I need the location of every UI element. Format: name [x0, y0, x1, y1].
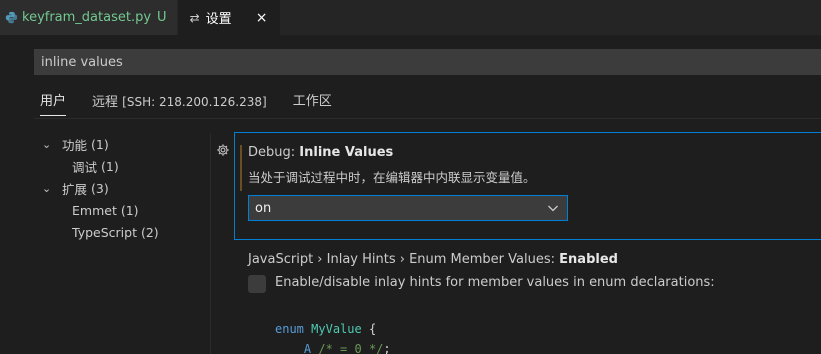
toc-item-emmet[interactable]: Emmet (1): [42, 199, 202, 221]
scope-divider: [34, 118, 821, 119]
inline-values-select[interactable]: on: [248, 195, 568, 221]
code-type: MyValue: [311, 322, 362, 336]
toc-count: (1): [101, 158, 119, 174]
tab-label: keyfram_dataset.py: [22, 10, 152, 25]
toc-sash[interactable]: [210, 133, 211, 354]
tab-keyfram-dataset[interactable]: keyfram_dataset.py U: [0, 0, 178, 35]
modified-indicator: [240, 145, 242, 191]
python-icon: [4, 11, 18, 25]
code-keyword: enum: [275, 322, 304, 336]
setting-name: Inline Values: [299, 145, 394, 160]
enum-member-values-checkbox[interactable]: [248, 275, 266, 293]
toc-label: Emmet: [72, 202, 117, 218]
settings-icon: ⇄: [189, 10, 200, 25]
code-punct: ;: [383, 342, 391, 354]
tab-user[interactable]: 用户: [34, 92, 72, 116]
toc-count: (1): [91, 136, 109, 152]
toc-label: 调试: [72, 159, 98, 175]
tab-settings[interactable]: ⇄ 设置 ×: [177, 0, 281, 35]
toc-label: TypeScript: [72, 224, 137, 240]
code-comment: /* = 0 */: [311, 342, 384, 354]
setting-title: Debug: Inline Values: [248, 145, 393, 160]
toc-item-extensions[interactable]: ⌄ 扩展 (3): [42, 177, 202, 199]
code-example: enum MyValue { A /* = 0 */;: [275, 319, 391, 354]
select-value: on: [255, 200, 272, 216]
untracked-badge: U: [157, 10, 167, 25]
toc-label: 扩展: [62, 181, 88, 197]
setting-description: 当处于调试过程中时，在编辑器中内联显示变量值。: [248, 170, 536, 185]
remote-label: 远程: [92, 95, 119, 110]
chevron-down-icon: [547, 200, 559, 216]
tab-label: 设置: [205, 12, 232, 27]
settings-toc: ⌄ 功能 (1) 调试 (1) ⌄ 扩展 (3) Emmet (1) TypeS…: [42, 133, 202, 243]
settings-search-input[interactable]: [34, 49, 821, 75]
chevron-down-icon: ⌄: [42, 137, 52, 151]
tab-workspace[interactable]: 工作区: [287, 92, 338, 116]
settings-scope-tabs: 用户 远程 [SSH: 218.200.126.238] 工作区: [34, 92, 352, 116]
toc-count: (2): [140, 224, 159, 240]
toc-label: 功能: [62, 137, 88, 153]
toc-item-features[interactable]: ⌄ 功能 (1): [42, 133, 202, 155]
setting-category: Debug:: [248, 145, 300, 160]
code-punct: {: [361, 322, 377, 336]
gear-icon[interactable]: [216, 143, 230, 157]
remote-detail: [SSH: 218.200.126.238]: [122, 95, 267, 109]
toc-count: (1): [120, 202, 139, 218]
setting-description: Enable/disable inlay hints for member va…: [275, 275, 715, 290]
setting-name: Enabled: [559, 252, 618, 267]
setting-category: JavaScript › Inlay Hints › Enum Member V…: [248, 252, 560, 267]
toc-item-debug[interactable]: 调试 (1): [42, 155, 202, 177]
toc-count: (3): [91, 180, 109, 196]
close-icon[interactable]: ×: [254, 10, 270, 26]
chevron-down-icon: ⌄: [42, 181, 52, 195]
setting-title: JavaScript › Inlay Hints › Enum Member V…: [248, 252, 618, 267]
tab-remote[interactable]: 远程 [SSH: 218.200.126.238]: [86, 92, 273, 116]
toc-item-typescript[interactable]: TypeScript (2): [42, 221, 202, 243]
editor-tab-bar: keyfram_dataset.py U ⇄ 设置 ×: [0, 0, 821, 35]
